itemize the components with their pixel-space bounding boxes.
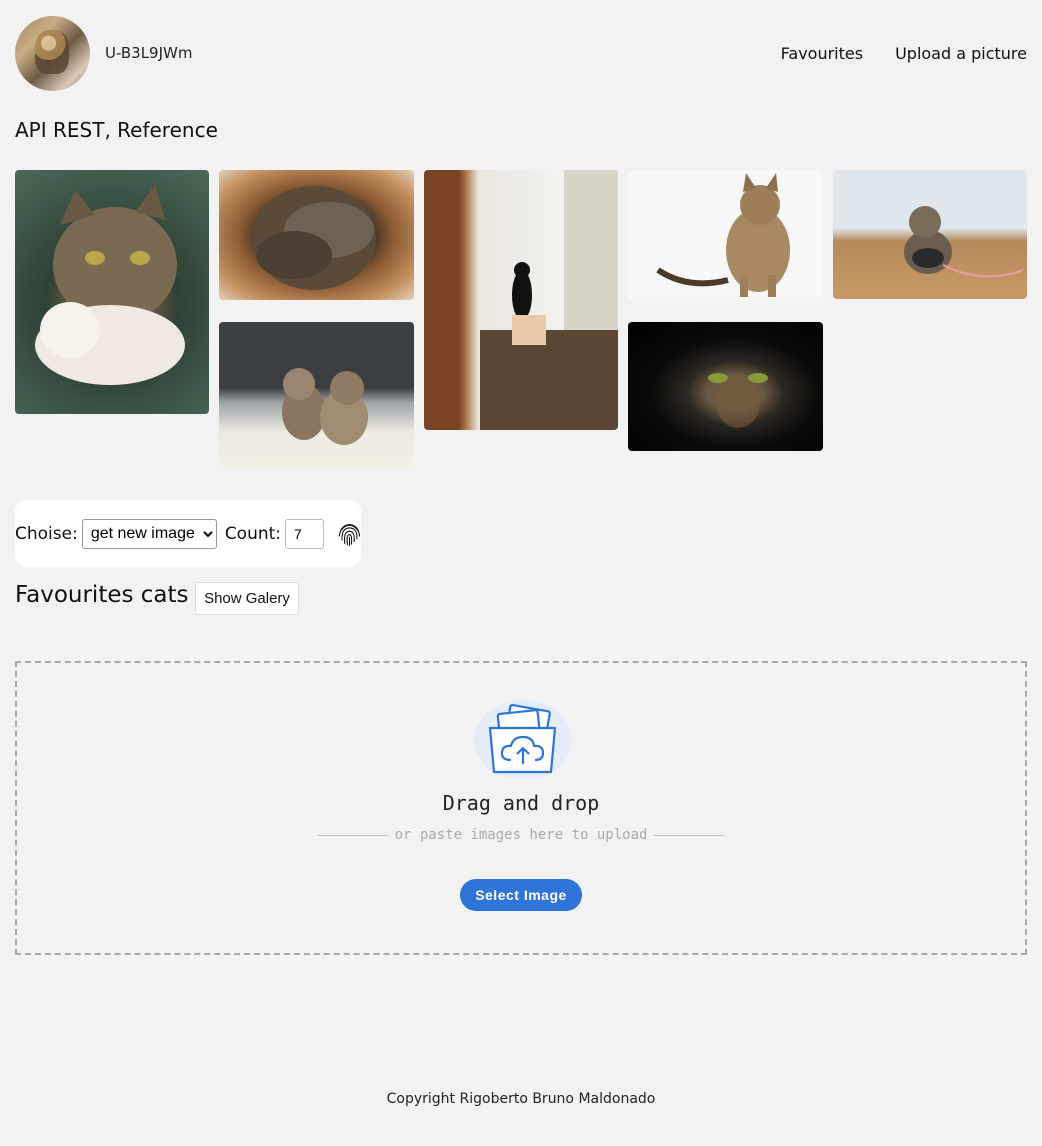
dropzone-subtitle-row: or paste images here to upload: [17, 827, 1025, 843]
gallery-image-kittens-in-basket[interactable]: [219, 170, 414, 300]
nav-favourites-link[interactable]: Favourites: [781, 44, 863, 63]
count-input[interactable]: [285, 518, 325, 549]
select-image-button[interactable]: Select Image: [460, 879, 582, 911]
nav-upload-link[interactable]: Upload a picture: [895, 44, 1027, 63]
user-profile: U-B3L9JWm: [15, 15, 193, 91]
header: U-B3L9JWm Favourites Upload a picture: [15, 15, 1027, 91]
kittens-basket-illustration: [252, 186, 376, 290]
dropzone-subtitle: or paste images here to upload: [394, 827, 648, 843]
two-kittens-illustration: [282, 368, 368, 445]
avatar[interactable]: [15, 15, 90, 91]
dropzone-title: Drag and drop: [442, 791, 600, 815]
dark-cat-illustration: [708, 373, 768, 428]
gallery-image-cat-and-kitten[interactable]: [15, 170, 209, 414]
reference-title: API REST, Reference: [15, 118, 218, 142]
choise-label: Choise:: [15, 523, 78, 544]
choise-select[interactable]: get new image: [81, 518, 217, 549]
divider-left: [317, 834, 388, 836]
climbing-cat-illustration: [480, 170, 618, 430]
footer-copyright: Copyright Rigoberto Bruno Maldonado: [386, 1091, 656, 1107]
gallery-image-two-kittens[interactable]: [219, 322, 414, 468]
fingerprint-icon[interactable]: [338, 515, 361, 553]
gallery-image-cat-in-dark[interactable]: [628, 322, 823, 451]
username: U-B3L9JWm: [105, 44, 193, 62]
upload-folder-icon: [474, 700, 572, 778]
cat-kitten-illustration: [35, 185, 185, 385]
count-label: Count:: [224, 523, 282, 544]
upload-dropzone[interactable]: Drag and drop or paste images here to up…: [15, 661, 1027, 955]
gallery-image-bengal-cat-sitting[interactable]: [628, 170, 823, 300]
bengal-cat-illustration: [656, 173, 790, 297]
gallery-image-cat-climbing-door[interactable]: [424, 170, 618, 430]
show-galery-button[interactable]: Show Galery: [195, 582, 299, 615]
gallery-image-kitten-with-yarn[interactable]: [833, 170, 1027, 299]
controls-panel: Choise: get new image Count:: [15, 500, 361, 567]
divider-right: [654, 834, 725, 836]
top-nav: Favourites Upload a picture: [781, 44, 1027, 63]
kitten-yarn-illustration: [904, 206, 1024, 278]
favourites-title: Favourites cats: [15, 582, 189, 608]
